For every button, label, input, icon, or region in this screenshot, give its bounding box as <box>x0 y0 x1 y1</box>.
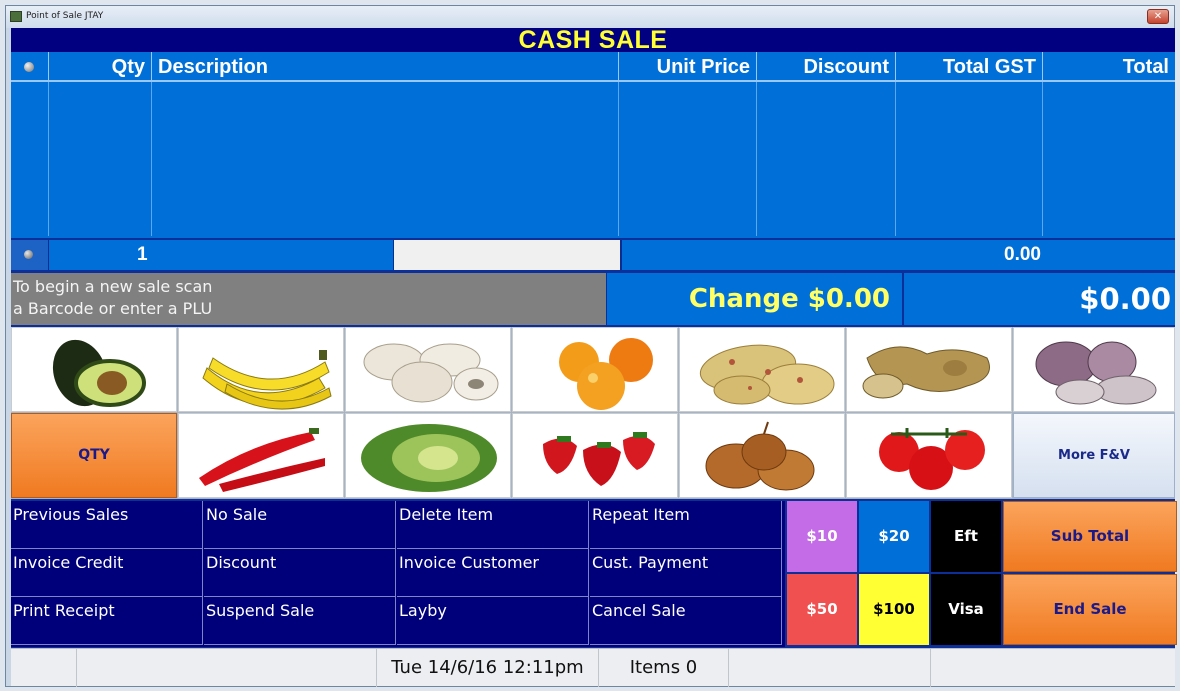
line-amount-value: 0.00 <box>1004 244 1041 265</box>
sale-total-display: $0.00 <box>904 273 1175 325</box>
end-sale-button[interactable]: End Sale <box>1003 574 1177 645</box>
eft-button[interactable]: Eft <box>931 501 1001 572</box>
mushroom-button[interactable] <box>345 327 511 412</box>
cash-20-button[interactable]: $20 <box>859 501 929 572</box>
ginger-icon <box>862 346 990 399</box>
delete-item-button[interactable]: Delete Item <box>397 501 589 549</box>
layby-button[interactable]: Layby <box>397 597 589 645</box>
status-items-count: Items 0 <box>599 649 729 687</box>
pos-client-area: CASH SALE Qty Description Unit Price Dis… <box>11 26 1177 687</box>
cust-payment-button[interactable]: Cust. Payment <box>590 549 782 597</box>
grid-header-qty[interactable]: Qty <box>49 52 152 82</box>
avocado-button[interactable] <box>11 327 177 412</box>
cash-10-button[interactable]: $10 <box>787 501 857 572</box>
grid-header-unit-price[interactable]: Unit Price <box>619 52 757 82</box>
ginger-button[interactable] <box>846 327 1012 412</box>
orange-button[interactable] <box>512 327 678 412</box>
chilli-icon <box>199 428 325 492</box>
pos-window: Point of Sale JTAY ✕ CASH SALE Qty Descr… <box>5 5 1177 687</box>
print-receipt-button[interactable]: Print Receipt <box>11 597 203 645</box>
instruction-line-2: a Barcode or enter a PLU <box>13 299 213 318</box>
lettuce-icon <box>361 424 497 492</box>
sale-mode-title: CASH SALE <box>518 26 668 54</box>
tomato-icon <box>879 428 985 490</box>
invoice-credit-button[interactable]: Invoice Credit <box>11 549 203 597</box>
visa-button[interactable]: Visa <box>931 574 1001 645</box>
repeat-item-button[interactable]: Repeat Item <box>590 501 782 549</box>
banana-button[interactable] <box>178 327 344 412</box>
discount-button[interactable]: Discount <box>204 549 396 597</box>
grid-header-discount[interactable]: Discount <box>757 52 896 82</box>
invoice-customer-button[interactable]: Invoice Customer <box>397 549 589 597</box>
cash-100-button[interactable]: $100 <box>859 574 929 645</box>
change-display: Change $0.00 <box>607 273 902 325</box>
row-selector-icon <box>24 62 34 72</box>
sale-mode-banner: CASH SALE <box>11 26 1175 54</box>
produce-buttons-panel: QTY More F&V <box>11 327 1175 499</box>
lettuce-button[interactable] <box>345 413 511 498</box>
line-amount-field: 0.00 <box>622 240 1175 270</box>
onion-icon <box>705 421 815 491</box>
status-cell-6 <box>931 649 1175 687</box>
onion-button[interactable] <box>679 413 845 498</box>
sub-total-button[interactable]: Sub Total <box>1003 501 1177 572</box>
title-bar: Point of Sale JTAY ✕ <box>6 6 1174 28</box>
suspend-sale-button[interactable]: Suspend Sale <box>204 597 396 645</box>
tomato-button[interactable] <box>846 413 1012 498</box>
instruction-message: To begin a new sale scan a Barcode or en… <box>11 273 606 325</box>
grid-header-total[interactable]: Total <box>1043 52 1175 82</box>
plu-input[interactable] <box>394 240 620 270</box>
no-sale-button[interactable]: No Sale <box>204 501 396 549</box>
garlic-icon <box>1035 341 1157 405</box>
previous-sales-button[interactable]: Previous Sales <box>11 501 203 549</box>
window-title: Point of Sale JTAY <box>26 11 104 21</box>
cancel-sale-button[interactable]: Cancel Sale <box>590 597 782 645</box>
status-bar: Tue 14/6/16 12:11pm Items 0 <box>11 648 1175 687</box>
status-datetime: Tue 14/6/16 12:11pm <box>377 649 599 687</box>
chilli-button[interactable] <box>178 413 344 498</box>
mushroom-icon <box>363 343 499 403</box>
entry-row-selector <box>11 240 48 270</box>
orange-icon <box>559 338 653 410</box>
status-cell-2 <box>77 649 377 687</box>
sale-items-grid[interactable]: Qty Description Unit Price Discount Tota… <box>11 52 1175 238</box>
app-icon <box>10 11 22 22</box>
entry-row: 1 0.00 <box>11 240 1175 270</box>
quantity-field[interactable]: 1 <box>49 240 393 270</box>
grid-header: Qty Description Unit Price Discount Tota… <box>11 52 1175 82</box>
close-button[interactable]: ✕ <box>1147 9 1169 24</box>
cash-50-button[interactable]: $50 <box>787 574 857 645</box>
row-selector-icon <box>24 250 33 259</box>
grid-header-total-gst[interactable]: Total GST <box>896 52 1043 82</box>
status-cell-1 <box>11 649 77 687</box>
strawberry-icon <box>543 432 655 486</box>
instruction-line-1: To begin a new sale scan <box>13 277 213 296</box>
qty-button[interactable]: QTY <box>11 413 177 498</box>
banana-icon <box>202 350 332 410</box>
grid-header-description[interactable]: Description <box>152 52 619 82</box>
function-buttons-panel: Previous Sales No Sale Delete Item Repea… <box>11 501 785 647</box>
strawberry-button[interactable] <box>512 413 678 498</box>
more-fruit-veg-button[interactable]: More F&V <box>1013 413 1175 498</box>
grid-header-rowselector <box>11 52 49 82</box>
potato-icon <box>699 344 835 405</box>
status-cell-5 <box>729 649 931 687</box>
garlic-button[interactable] <box>1013 327 1175 412</box>
potato-button[interactable] <box>679 327 845 412</box>
avocado-icon <box>52 339 146 407</box>
